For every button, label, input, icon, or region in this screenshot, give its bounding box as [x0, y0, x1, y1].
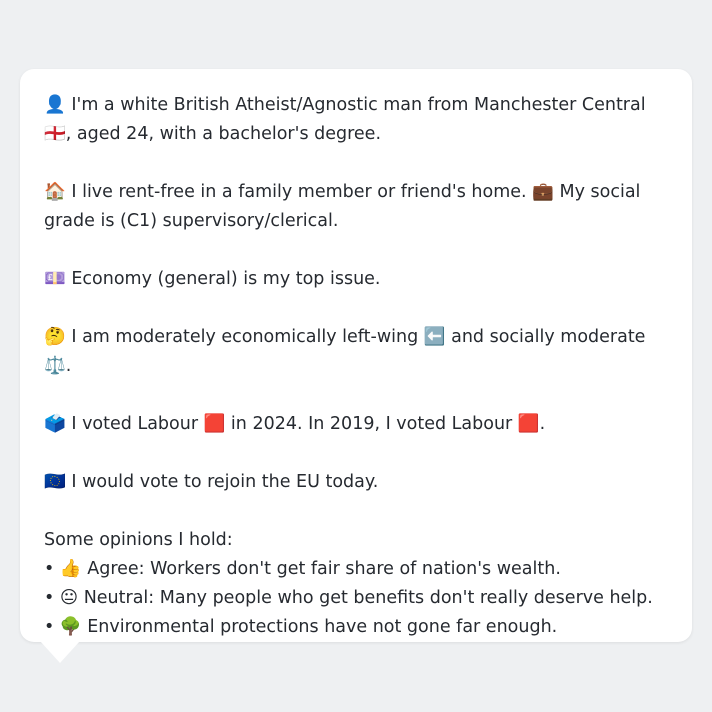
opinion-item: • 😐 Neutral: Many people who get benefit…	[44, 588, 653, 608]
voting-text: 🗳️ I voted Labour 🟥 in 2024. In 2019, I …	[44, 414, 546, 434]
speech-bubble-tail	[40, 641, 80, 663]
eu-text: 🇪🇺 I would vote to rejoin the EU today.	[44, 472, 379, 492]
profile-card: 👤 I'm a white British Atheist/Agnostic m…	[20, 69, 692, 642]
opinion-item: • 👍 Agree: Workers don't get fair share …	[44, 559, 561, 579]
ideology-text: 🤔 I am moderately economically left-wing…	[44, 327, 646, 376]
opinions-title: Some opinions I hold:	[44, 530, 233, 550]
intro-text: 👤 I'm a white British Atheist/Agnostic m…	[44, 95, 646, 144]
housing-text: 🏠 I live rent-free in a family member or…	[44, 182, 641, 231]
opinion-item: • 🌳 Environmental protections have not g…	[44, 617, 558, 637]
top-issue-text: 💷 Economy (general) is my top issue.	[44, 269, 381, 289]
